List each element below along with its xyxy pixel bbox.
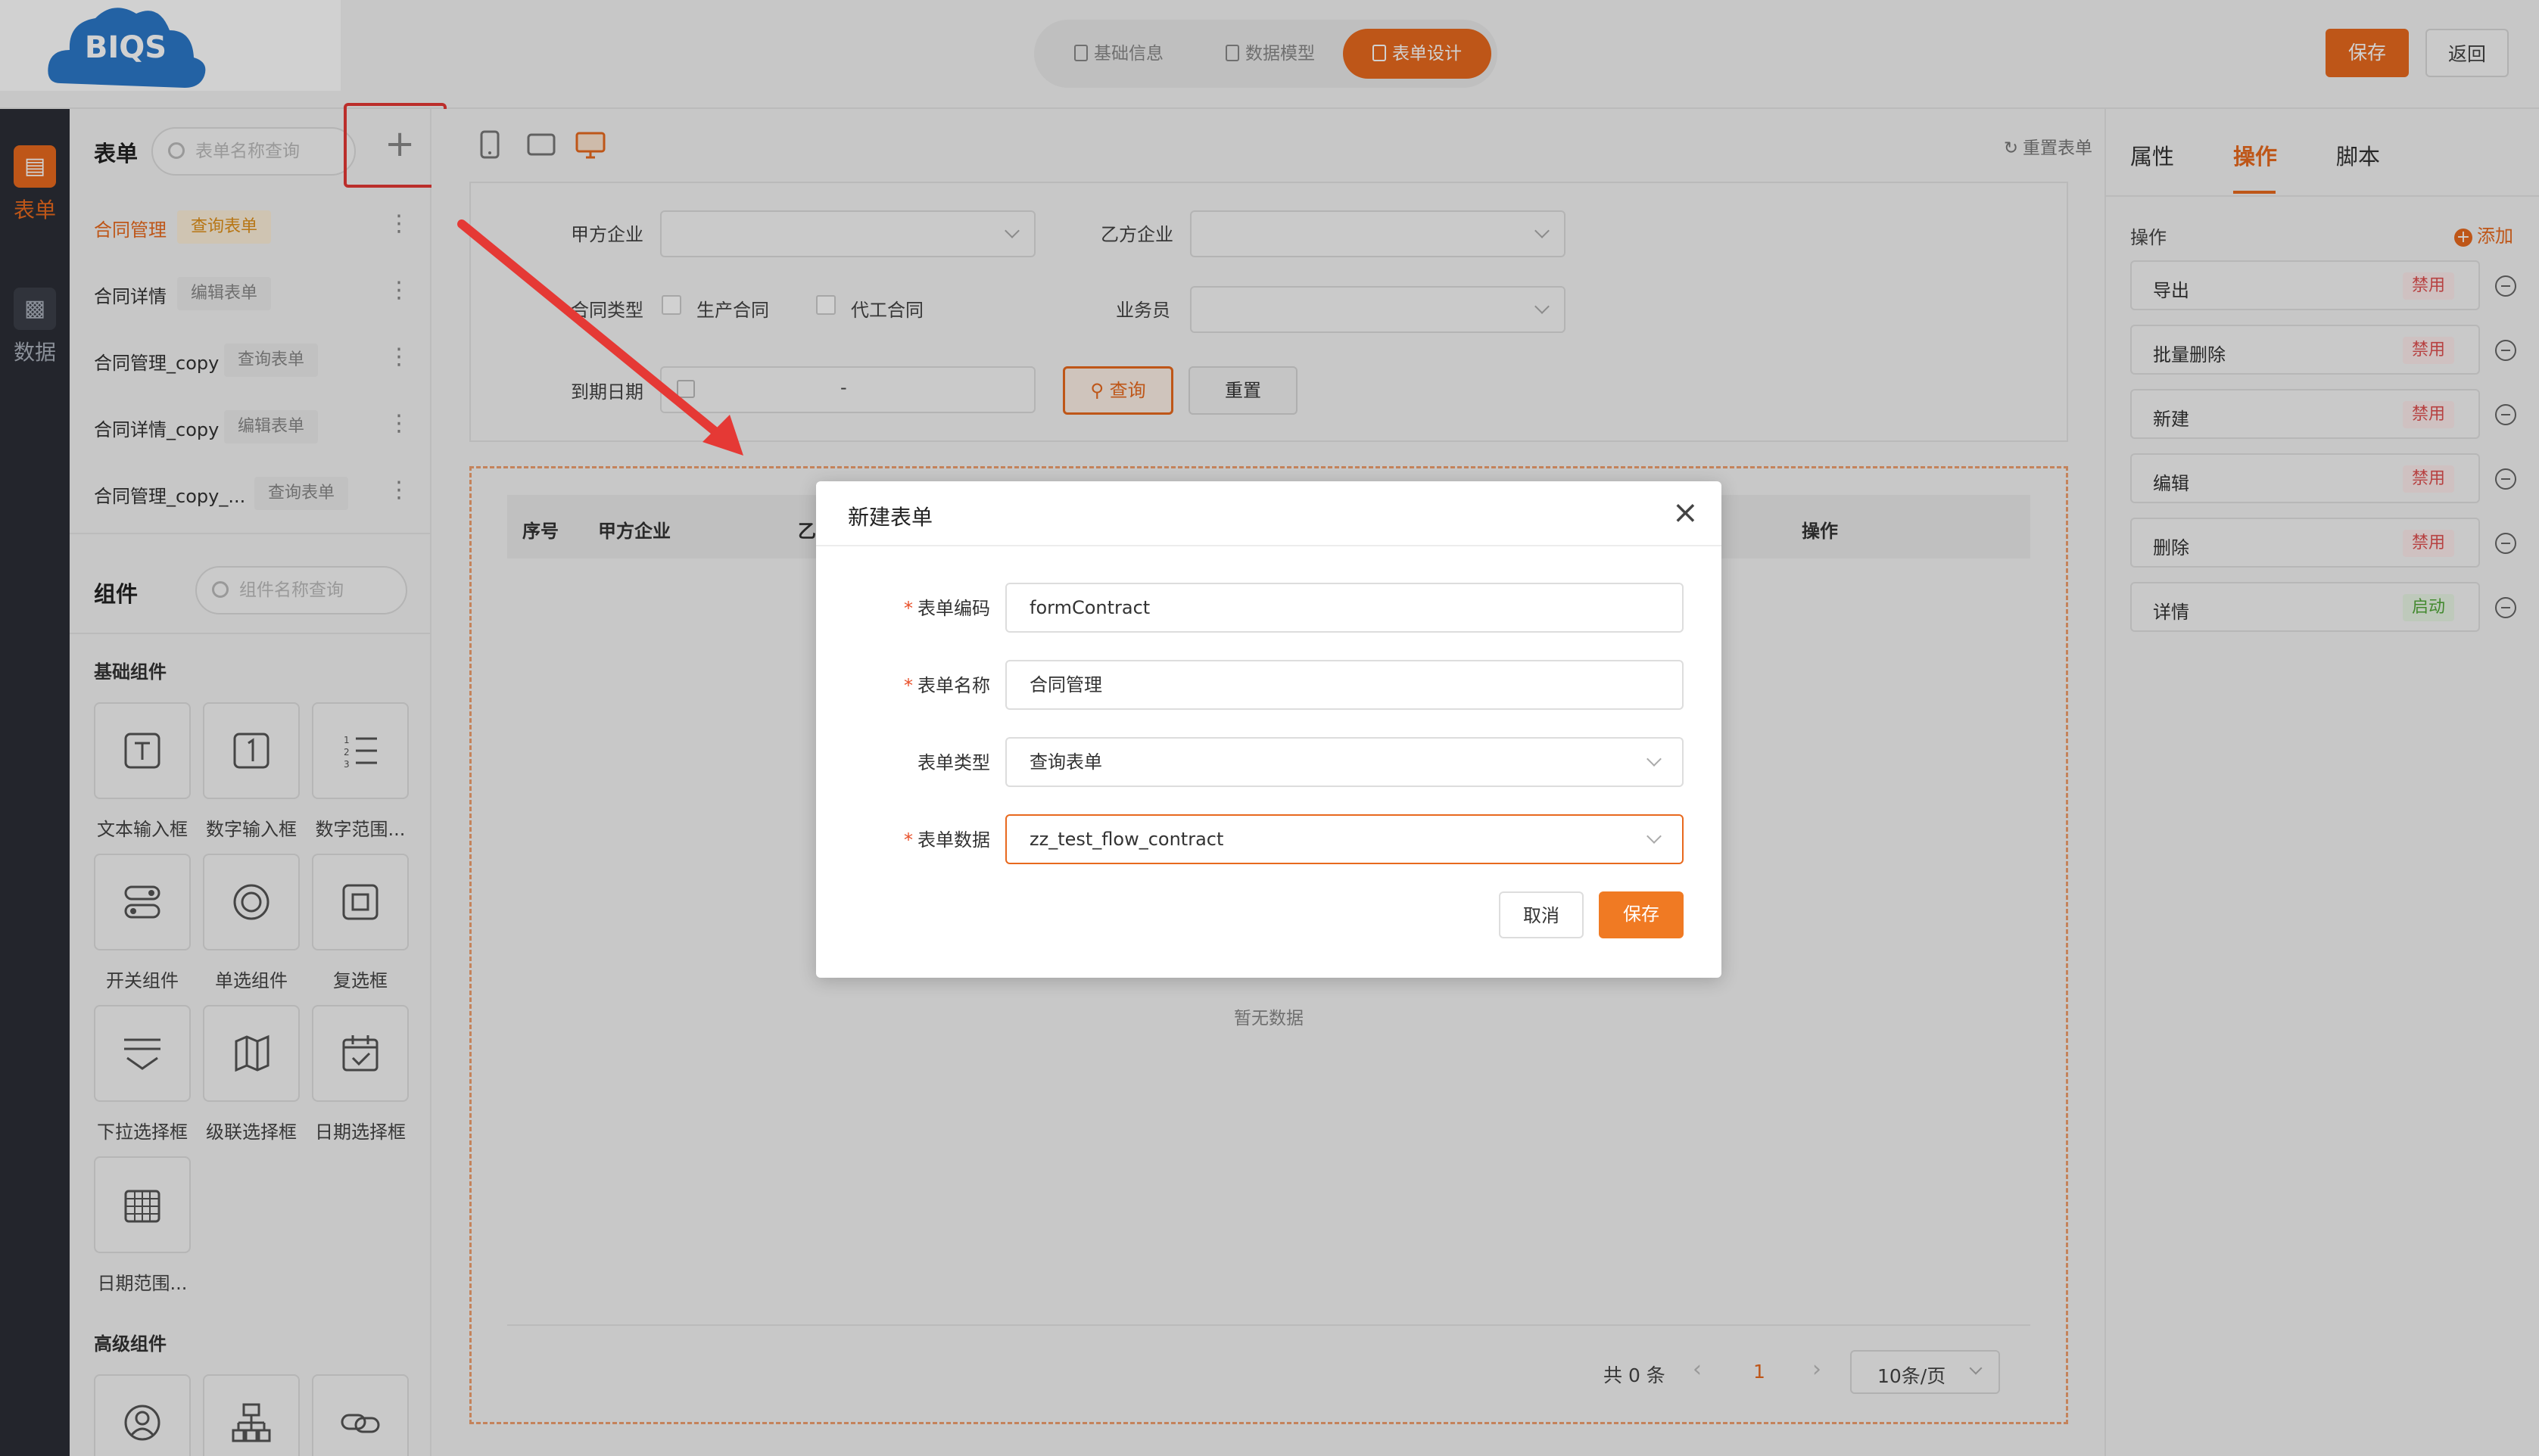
- chevron-down-icon: [1646, 751, 1662, 767]
- form-name-label: * 表单名称: [904, 675, 990, 696]
- form-type-select[interactable]: 查询表单: [1005, 737, 1684, 787]
- dialog-title: 新建表单: [848, 505, 933, 530]
- form-type-label: 表单类型: [917, 752, 990, 773]
- chevron-down-icon: [1646, 829, 1662, 844]
- close-icon[interactable]: ×: [1672, 493, 1699, 531]
- form-code-input[interactable]: formContract: [1005, 583, 1684, 633]
- dialog-save-button[interactable]: 保存: [1599, 891, 1684, 938]
- form-data-select[interactable]: zz_test_flow_contract: [1005, 814, 1684, 864]
- dialog-cancel-button[interactable]: 取消: [1499, 891, 1584, 938]
- annotation-arrow-icon: [457, 219, 743, 456]
- dialog-header-divider: [816, 545, 1721, 546]
- new-form-dialog: 新建表单 × * 表单编码 formContract * 表单名称 合同管理 表单类…: [816, 481, 1721, 978]
- form-name-input[interactable]: 合同管理: [1005, 660, 1684, 710]
- form-data-label: * 表单数据: [904, 829, 990, 851]
- form-code-label: * 表单编码: [904, 598, 990, 619]
